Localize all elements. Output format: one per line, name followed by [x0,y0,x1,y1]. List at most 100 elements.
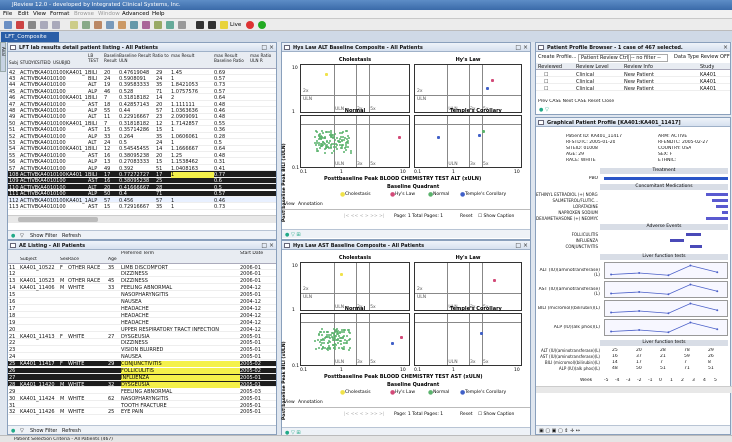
checkbox[interactable]: ☐ [544,79,548,85]
settings-icon[interactable]: ● [11,233,15,239]
trend-point[interactable] [689,302,692,305]
data-point[interactable] [334,132,337,135]
settings-icon[interactable] [178,21,186,29]
data-point[interactable] [400,336,403,339]
lft-trend-plot[interactable] [604,319,728,336]
trend-point[interactable] [638,310,641,312]
table-row[interactable]: 57ACTIVEKA40101008ALP490.392511.04081630… [8,165,276,172]
data-point[interactable] [397,136,401,139]
close-icon[interactable]: □ × [515,242,528,249]
filter-icon[interactable] [70,21,78,29]
open-icon[interactable] [4,21,12,29]
data-point[interactable] [344,143,347,146]
filter-icon[interactable]: ▽ [20,428,24,434]
menu-browse[interactable]: Browse [74,11,94,17]
data-point[interactable] [332,346,335,349]
data-point[interactable] [333,149,336,152]
close-icon[interactable]: □ × [515,44,528,51]
save-icon[interactable] [196,21,204,29]
table-row[interactable]: 22 DIZZINESS 2005-01 [8,340,276,346]
data-point[interactable] [320,137,323,140]
data-point[interactable] [323,136,326,139]
data-point[interactable] [317,333,320,336]
menu-format[interactable]: Format [50,11,69,17]
data-point[interactable] [331,133,334,136]
show-caption-checkbox[interactable]: ☐ Show Caption [478,214,514,219]
data-point[interactable] [332,145,335,148]
scroll-thumb[interactable] [18,217,98,222]
data-point[interactable] [343,137,346,140]
data-point[interactable] [342,341,345,344]
data-point[interactable] [338,346,341,349]
data-point[interactable] [313,136,316,139]
copy-icon[interactable] [40,21,48,29]
menu-window[interactable]: Window [98,11,120,17]
data-point[interactable] [318,147,321,150]
data-point[interactable] [336,148,339,151]
table-row[interactable]: 30 KA401_11424 M WHITE 62 NASOPHARYNGITIS 2005… [8,395,276,402]
ae-col-header[interactable]: Race [68,257,108,262]
trend-point[interactable] [689,283,692,286]
reset-button[interactable]: Reset [460,214,473,219]
data-type-select[interactable]: Data Type Review OFF [674,54,730,60]
data-point[interactable] [342,150,345,153]
view-tab[interactable]: View [284,400,295,405]
lft-hscrollbar[interactable] [8,215,276,223]
lft-col-header[interactable]: max Ratio ULN R [250,53,276,63]
table-row[interactable]: 21 KA401_11413 F WHITE 27 DYSGEUSIA 2005-01 [8,333,276,340]
ae-bar[interactable] [670,239,684,242]
close-icon[interactable] [16,21,24,29]
profile-toolbar-icons[interactable]: ▣ ▢ ▣ ▢ ⇕ ✛ ↔ [539,428,580,434]
refresh-button[interactable]: Refresh [62,428,81,434]
data-point[interactable] [340,146,343,149]
quadrant-plot[interactable]: ULN 3x 5x [414,115,522,168]
paste-icon[interactable] [52,21,60,29]
data-point[interactable] [343,331,346,334]
chart-icon[interactable] [82,21,90,29]
lft-col-header[interactable]: Baseline Result [104,53,119,63]
trend-point[interactable] [638,329,641,331]
trend-point[interactable] [610,292,613,295]
data-point[interactable] [481,130,485,133]
list-item[interactable]: ☐ Clinical New Patient KA401 [536,85,730,92]
trend-point[interactable] [689,321,692,324]
table-row[interactable]: 16 NAUSEA 2004-12 [8,299,276,305]
go-icon[interactable] [258,21,266,29]
table-row[interactable]: 42ACTIVEKA40101008KA401_11408BILI200.476… [8,69,276,76]
settings-icon[interactable]: ● ▽ [539,107,549,113]
table-row[interactable]: 12 DIZZINESS 2006-01 [8,271,276,277]
data-point[interactable] [347,145,350,148]
data-point[interactable] [328,346,331,349]
show-filter-button[interactable]: Show Filter [30,428,57,434]
data-point[interactable] [341,346,344,349]
ae-col-header[interactable]: Preferred Term [121,251,240,256]
data-point[interactable] [347,338,350,341]
ae-bar[interactable] [686,233,701,236]
checkbox[interactable]: ☐ [544,86,548,92]
data-point[interactable] [479,332,483,335]
checkbox[interactable]: ☐ [544,72,548,78]
data-point[interactable] [348,136,351,139]
ae-bar[interactable] [690,245,702,248]
table-row[interactable]: 43ACTIVEKA40101008BILI240.59080912410.57 [8,75,276,82]
graph-icon[interactable] [130,21,138,29]
table-row[interactable]: 15 NASOPHARYNGITIS 2005-01 [8,292,276,298]
table-row[interactable]: 13 KA401_10523 M OTHER RACE 45 DIZZINESS 2006-… [8,278,276,284]
trend-point[interactable] [716,309,719,312]
lft-col-header[interactable]: Subj [9,60,20,65]
data-point[interactable] [325,335,328,338]
view-tab[interactable]: View [284,202,295,207]
table-row[interactable]: 111ACTIVEKA40101008ALP500.4710.57 [8,190,276,197]
data-point[interactable] [325,73,329,76]
data-point[interactable] [320,334,323,337]
trend-point[interactable] [667,331,670,334]
lft-trend-plot[interactable] [604,262,728,279]
data-point[interactable] [346,134,349,137]
data-point[interactable] [335,338,338,341]
data-point[interactable] [345,342,348,345]
data-point[interactable] [339,342,342,345]
data-point[interactable] [322,339,325,342]
table-row[interactable]: 54ACTIVEKA40101008KA401_11415BILI120.545… [8,146,276,152]
table-row[interactable]: 29 FEELING ABNORMAL 2005-03 [8,388,276,395]
lft-col-header[interactable]: USUBJID [53,60,88,65]
